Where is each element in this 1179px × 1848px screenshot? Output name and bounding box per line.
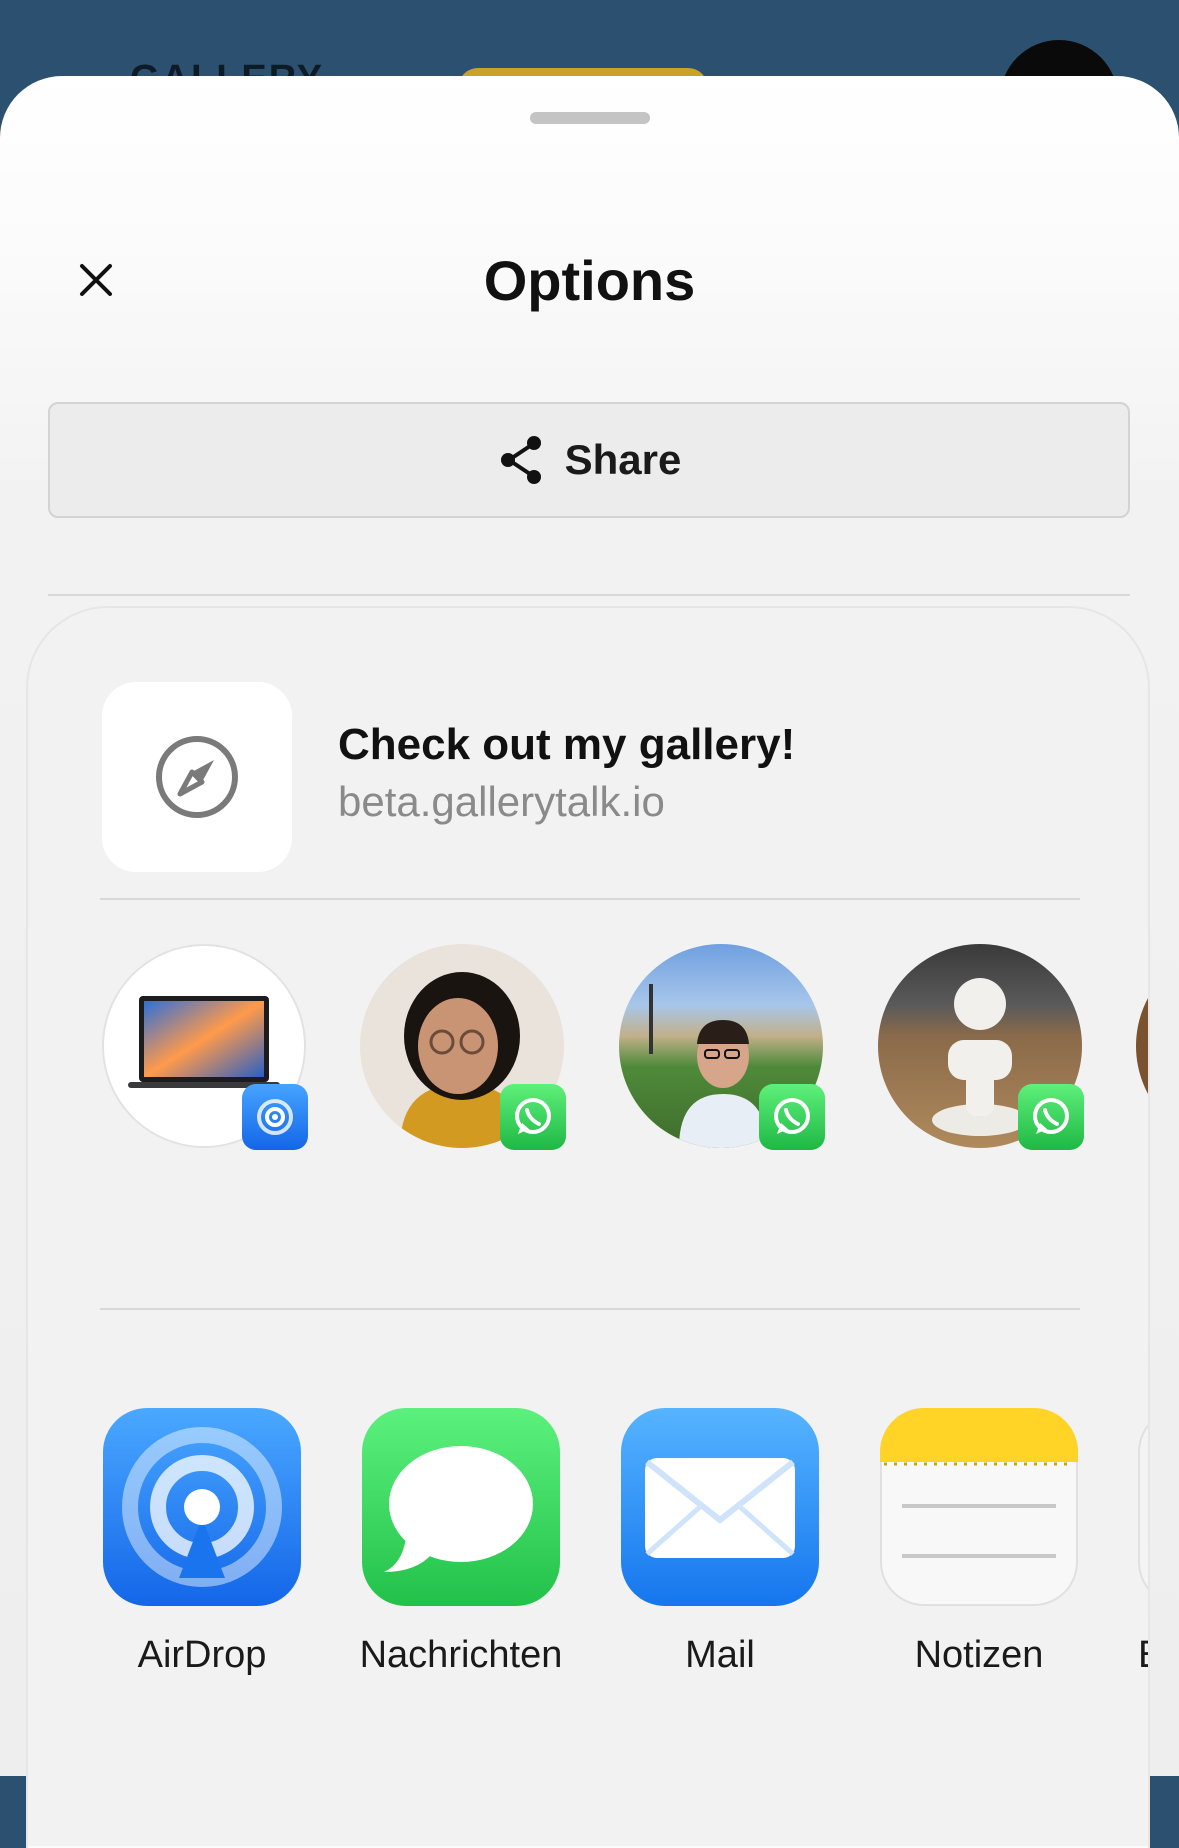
contact-partial[interactable] <box>1136 944 1148 1148</box>
airdrop-badge-icon <box>242 1084 308 1150</box>
app-nachrichten[interactable]: Nachrichten <box>360 1408 562 1677</box>
sheet-title: Options <box>483 249 696 312</box>
share-button[interactable]: Share <box>48 402 1130 518</box>
airdrop-icon <box>103 1408 301 1606</box>
sheet-grabber[interactable] <box>530 112 650 124</box>
app-label: AirDrop <box>137 1634 267 1676</box>
link-preview-url: beta.gallerytalk.io <box>338 778 665 825</box>
contact-whatsapp-2[interactable] <box>619 944 825 1150</box>
divider <box>100 1308 1080 1310</box>
app-label: Notizen <box>914 1634 1044 1676</box>
link-preview-thumbnail <box>102 682 292 872</box>
mail-icon <box>621 1408 819 1606</box>
contact-whatsapp-1[interactable] <box>360 944 566 1150</box>
contact-photo <box>1136 944 1148 1148</box>
app-label: Er <box>1138 1634 1148 1677</box>
link-preview-title: Check out my gallery! <box>338 720 796 769</box>
app-partial[interactable]: Er <box>1138 1408 1148 1677</box>
divider <box>100 898 1080 900</box>
app-label: Mail <box>685 1634 755 1676</box>
whatsapp-badge-icon <box>1018 1084 1084 1150</box>
whatsapp-badge-icon <box>500 1084 566 1150</box>
notes-icon <box>880 1408 1078 1606</box>
app-airdrop[interactable]: AirDrop <box>103 1408 301 1677</box>
app-partial-icon <box>1138 1408 1148 1606</box>
app-label: Nachrichten <box>359 1634 563 1676</box>
contact-whatsapp-3[interactable] <box>878 944 1084 1150</box>
contact-airdrop-macbook[interactable] <box>102 944 308 1150</box>
options-sheet: Options Share Check out my gallery! beta… <box>0 76 1179 1848</box>
share-label: Share <box>564 436 682 483</box>
whatsapp-badge-icon <box>759 1084 825 1150</box>
compass-icon <box>156 736 238 818</box>
divider <box>48 594 1130 596</box>
messages-icon <box>362 1408 560 1606</box>
app-mail[interactable]: Mail <box>621 1408 819 1677</box>
share-icon <box>500 436 541 484</box>
ios-share-sheet: Check out my gallery! beta.gallerytalk.i… <box>28 608 1148 1848</box>
app-notizen[interactable]: Notizen <box>880 1408 1078 1677</box>
